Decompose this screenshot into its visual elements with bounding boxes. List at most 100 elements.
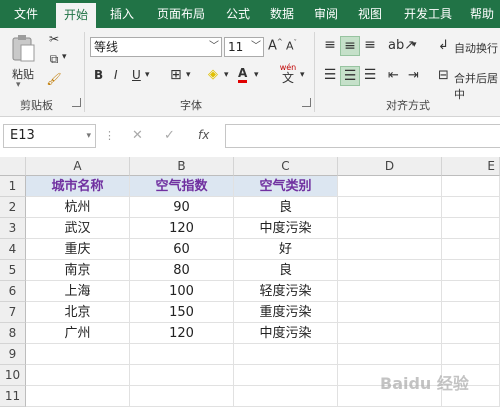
empty-cell[interactable]	[338, 239, 442, 260]
table-cell[interactable]: 重庆	[26, 239, 130, 260]
empty-cell[interactable]	[442, 302, 500, 323]
align-middle-icon[interactable]: ≡	[340, 36, 360, 56]
empty-cell[interactable]	[442, 344, 500, 365]
empty-cell[interactable]	[130, 365, 234, 386]
table-cell[interactable]: 重度污染	[234, 302, 338, 323]
empty-cell[interactable]	[338, 218, 442, 239]
merge-center-icon[interactable]: ⊟	[438, 68, 449, 83]
table-cell[interactable]: 120	[130, 323, 234, 344]
align-left-icon[interactable]: ☰	[320, 66, 340, 86]
chevron-down-icon[interactable]: ▾	[145, 70, 150, 80]
align-center-icon[interactable]: ☰	[340, 66, 360, 86]
table-cell[interactable]: 60	[130, 239, 234, 260]
empty-cell[interactable]	[442, 239, 500, 260]
col-header-a[interactable]: A	[26, 157, 130, 176]
chevron-down-icon[interactable]: ▾	[186, 70, 191, 80]
header-cell-category[interactable]: 空气类别	[234, 176, 338, 197]
name-box[interactable]: E13 ▾	[3, 124, 96, 148]
chevron-down-icon[interactable]: ▾	[86, 125, 91, 147]
chevron-down-icon[interactable]: ﹀	[251, 38, 261, 56]
empty-cell[interactable]	[442, 281, 500, 302]
empty-cell[interactable]	[234, 344, 338, 365]
empty-cell[interactable]	[338, 344, 442, 365]
empty-cell[interactable]	[26, 344, 130, 365]
enter-icon[interactable]: ✓	[164, 128, 175, 143]
col-header-b[interactable]: B	[130, 157, 234, 176]
cut-icon[interactable]: ✂	[46, 32, 62, 46]
table-cell[interactable]: 轻度污染	[234, 281, 338, 302]
font-color-icon[interactable]: A	[238, 66, 248, 83]
row-header[interactable]: 7	[0, 302, 26, 323]
italic-icon[interactable]: I	[114, 68, 118, 82]
empty-cell[interactable]	[338, 176, 442, 197]
tab-data[interactable]: 数据	[262, 0, 302, 28]
row-header[interactable]: 9	[0, 344, 26, 365]
empty-cell[interactable]	[130, 344, 234, 365]
tab-review[interactable]: 审阅	[306, 0, 346, 28]
col-header-d[interactable]: D	[338, 157, 442, 176]
table-cell[interactable]: 良	[234, 260, 338, 281]
table-cell[interactable]: 广州	[26, 323, 130, 344]
empty-cell[interactable]	[234, 386, 338, 407]
table-cell[interactable]: 中度污染	[234, 218, 338, 239]
tab-insert[interactable]: 插入	[102, 0, 142, 28]
row-header[interactable]: 6	[0, 281, 26, 302]
increase-font-icon[interactable]: A^	[268, 38, 283, 53]
select-all-corner[interactable]	[0, 157, 26, 176]
merge-center-label[interactable]: 合并后居中	[454, 70, 500, 102]
table-cell[interactable]: 80	[130, 260, 234, 281]
formula-input[interactable]	[225, 124, 500, 148]
empty-cell[interactable]	[442, 218, 500, 239]
font-launcher-icon[interactable]	[302, 98, 311, 107]
font-size-combo[interactable]: 11 ﹀	[224, 37, 264, 57]
row-header[interactable]: 2	[0, 197, 26, 218]
insert-function-icon[interactable]: fx	[198, 128, 209, 142]
empty-cell[interactable]	[338, 281, 442, 302]
table-cell[interactable]: 杭州	[26, 197, 130, 218]
empty-cell[interactable]	[338, 197, 442, 218]
table-cell[interactable]: 武汉	[26, 218, 130, 239]
table-cell[interactable]: 上海	[26, 281, 130, 302]
table-cell[interactable]: 好	[234, 239, 338, 260]
increase-indent-icon[interactable]: ⇥	[408, 68, 419, 83]
chevron-down-icon[interactable]: ▾	[16, 80, 21, 90]
chevron-down-icon[interactable]: ▾	[300, 70, 305, 80]
chevron-down-icon[interactable]: ﹀	[209, 38, 219, 56]
empty-cell[interactable]	[338, 260, 442, 281]
tab-help[interactable]: 帮助	[464, 0, 500, 28]
border-icon[interactable]: ⊞	[170, 67, 182, 83]
table-cell[interactable]: 120	[130, 218, 234, 239]
align-top-icon[interactable]: ≡	[320, 36, 340, 56]
wrap-text-label[interactable]: 自动换行	[454, 40, 498, 56]
table-cell[interactable]: 150	[130, 302, 234, 323]
row-header[interactable]: 8	[0, 323, 26, 344]
table-cell[interactable]: 南京	[26, 260, 130, 281]
row-header[interactable]: 11	[0, 386, 26, 407]
empty-cell[interactable]	[26, 386, 130, 407]
tab-home[interactable]: 开始	[56, 3, 96, 28]
underline-icon[interactable]: U	[132, 68, 141, 82]
table-cell[interactable]: 良	[234, 197, 338, 218]
header-cell-city[interactable]: 城市名称	[26, 176, 130, 197]
align-bottom-icon[interactable]: ≡	[360, 36, 380, 56]
phonetic-icon[interactable]: wén 文	[276, 62, 300, 84]
row-header[interactable]: 4	[0, 239, 26, 260]
col-header-e[interactable]: E	[442, 157, 500, 176]
empty-cell[interactable]	[338, 323, 442, 344]
more-options-icon[interactable]: ⋮	[104, 129, 115, 142]
chevron-down-icon[interactable]: ▾	[62, 52, 67, 62]
clipboard-launcher-icon[interactable]	[72, 98, 81, 107]
copy-icon[interactable]: ⧉	[46, 52, 62, 67]
empty-cell[interactable]	[26, 365, 130, 386]
decrease-indent-icon[interactable]: ⇤	[388, 68, 399, 83]
col-header-c[interactable]: C	[234, 157, 338, 176]
row-header[interactable]: 5	[0, 260, 26, 281]
chevron-down-icon[interactable]: ▾	[254, 70, 259, 80]
tab-formulas[interactable]: 公式	[218, 0, 258, 28]
header-cell-aqi[interactable]: 空气指数	[130, 176, 234, 197]
table-cell[interactable]: 中度污染	[234, 323, 338, 344]
table-cell[interactable]: 100	[130, 281, 234, 302]
tab-page-layout[interactable]: 页面布局	[148, 0, 214, 28]
wrap-text-icon[interactable]: ↲	[438, 38, 449, 53]
row-header[interactable]: 10	[0, 365, 26, 386]
